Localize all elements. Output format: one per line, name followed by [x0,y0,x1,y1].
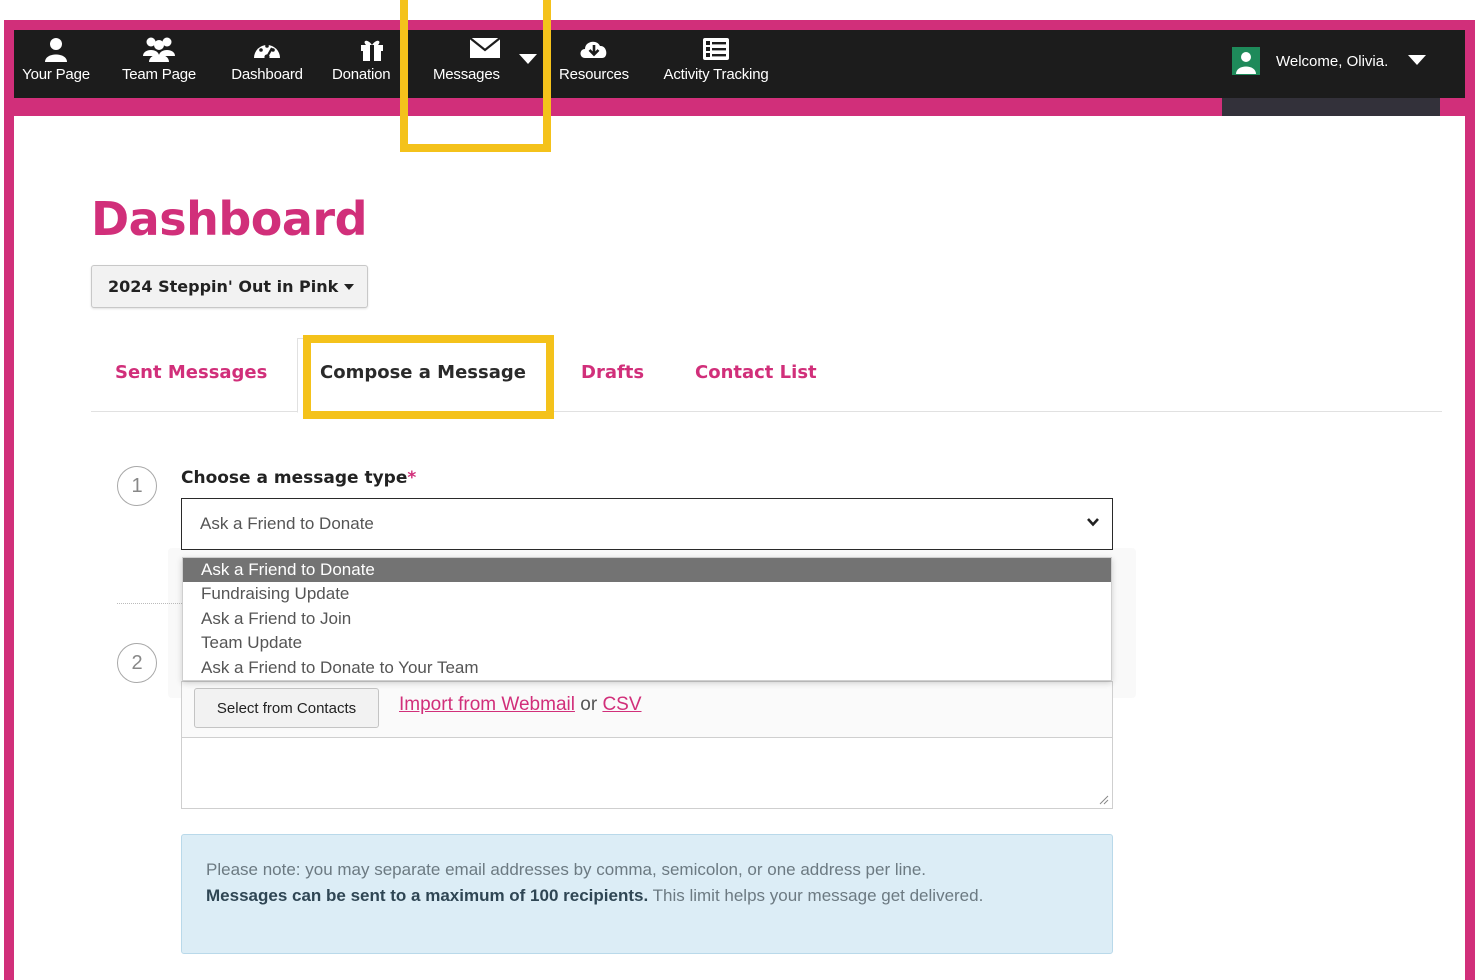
message-type-options: Ask a Friend to Donate Fundraising Updat… [182,557,1112,681]
list-icon [649,36,783,62]
message-type-label: Choose a message type* [181,468,416,488]
tabs-divider [91,411,1442,412]
nav-item-your-page[interactable]: Your Page [14,30,98,98]
recipients-textarea[interactable] [182,738,1112,808]
recipients-note: Please note: you may separate email addr… [181,834,1113,954]
step-number-1: 1 [117,466,157,506]
nav-label: Donation [332,66,391,83]
gift-icon [327,36,417,62]
message-type-label-text: Choose a message type [181,468,408,488]
page-title: Dashboard [91,192,368,246]
nav-label: Team Page [121,66,197,83]
option-ask-friend-donate-team[interactable]: Ask a Friend to Donate to Your Team [183,656,1111,680]
dashboard-gauge-icon [221,36,313,62]
cloud-download-icon [552,36,636,62]
import-webmail-link[interactable]: Import from Webmail [399,694,575,715]
import-csv-link[interactable]: CSV [602,694,641,715]
messages-dropdown-caret-icon[interactable] [519,54,537,64]
note-bold-text: Messages can be sent to a maximum of 100… [206,886,649,905]
tab-compose-message[interactable]: Compose a Message [320,362,526,383]
nav-label: Resources [559,66,629,83]
nav-label: Messages [433,66,500,83]
step-connector-dotted [117,603,182,604]
nav-item-resources[interactable]: Resources [552,30,636,98]
caret-down-icon [344,283,355,290]
tab-sent-messages[interactable]: Sent Messages [115,362,267,383]
note-text-2: This limit helps your message get delive… [652,886,984,905]
tab-drafts[interactable]: Drafts [581,362,644,383]
user-menu-caret-icon [1408,55,1427,65]
user-icon [14,36,98,62]
import-links: Import from Webmail or CSV [399,694,642,716]
user-menu-underline [1222,98,1440,116]
user-menu[interactable]: Welcome, Olivia. [1232,46,1427,76]
avatar-icon [1232,47,1260,75]
nav-item-team-page[interactable]: Team Page [113,30,205,98]
event-selector-button[interactable]: 2024 Steppin' Out in Pink [91,265,368,308]
nav-label: Your Page [22,66,90,83]
nav-label: Dashboard [231,66,303,83]
welcome-text: Welcome, Olivia. [1276,52,1389,70]
tab-contact-list[interactable]: Contact List [695,362,817,383]
nav-item-dashboard[interactable]: Dashboard [221,30,313,98]
team-icon [113,36,205,62]
note-text: Please note: you may separate email addr… [206,860,927,879]
nav-item-donation[interactable]: Donation [327,30,417,98]
top-nav: Your Page Team Page Dashboard Donation M… [14,30,1465,98]
option-team-update[interactable]: Team Update [183,631,1111,655]
required-asterisk: * [407,468,417,488]
message-type-select[interactable]: Ask a Friend to Donate [181,498,1113,550]
nav-item-activity-tracking[interactable]: Activity Tracking [649,30,783,98]
or-text: or [580,694,598,715]
chevron-down-icon [1087,518,1099,527]
recipients-toolbar: Select from Contacts Import from Webmail… [182,682,1112,738]
option-ask-friend-join[interactable]: Ask a Friend to Join [183,607,1111,631]
option-ask-friend-donate[interactable]: Ask a Friend to Donate [183,558,1111,583]
nav-item-messages[interactable]: Messages [431,30,539,98]
nav-label: Activity Tracking [663,66,769,83]
event-selector-label: 2024 Steppin' Out in Pink [108,277,339,296]
step-number-2: 2 [117,643,157,683]
message-type-selected-value: Ask a Friend to Donate [200,514,374,533]
option-fundraising-update[interactable]: Fundraising Update [183,582,1111,606]
select-from-contacts-button[interactable]: Select from Contacts [194,688,379,728]
